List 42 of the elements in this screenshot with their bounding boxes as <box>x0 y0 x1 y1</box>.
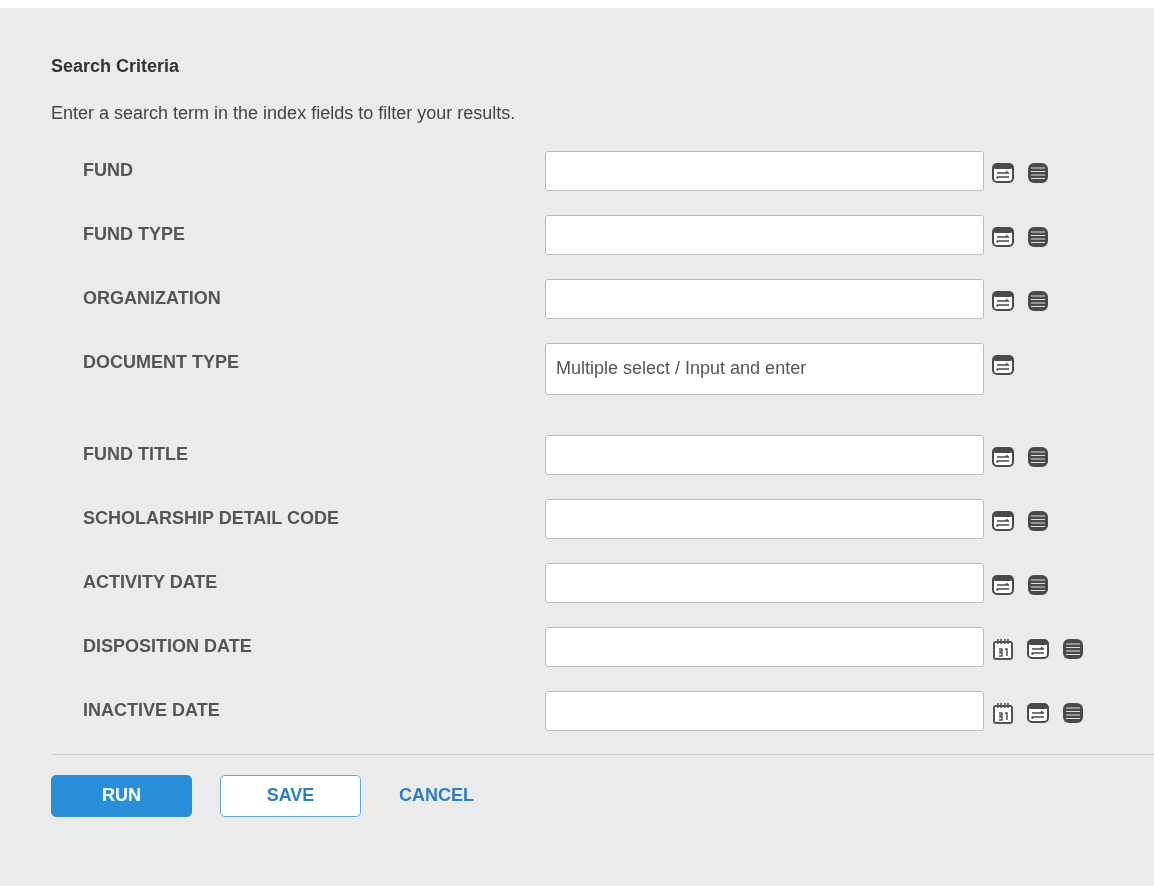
field-label: FUND <box>82 158 134 182</box>
input-field[interactable] <box>545 214 984 255</box>
calendar-icon[interactable] <box>991 636 1015 661</box>
list-icon[interactable] <box>1026 160 1050 185</box>
field-label: INACTIVE DATE <box>82 698 221 722</box>
filter-options-icon[interactable] <box>1026 700 1050 725</box>
save-button[interactable]: SAVE <box>220 774 361 817</box>
input-field[interactable] <box>545 626 984 667</box>
multi-select-field[interactable]: Multiple select / Input and enter <box>545 342 984 395</box>
list-icon[interactable] <box>1061 700 1085 725</box>
input-field[interactable] <box>545 434 984 475</box>
field-label: DOCUMENT TYPE <box>82 350 240 374</box>
cancel-link[interactable]: CANCEL <box>389 774 484 817</box>
input-field[interactable] <box>545 690 984 731</box>
field-label: ORGANIZATION <box>82 286 222 310</box>
input-field[interactable] <box>545 562 984 603</box>
filter-options-icon[interactable] <box>991 508 1015 533</box>
calendar-icon[interactable] <box>991 700 1015 725</box>
filter-options-icon[interactable] <box>991 288 1015 313</box>
run-button[interactable]: RUN <box>51 774 192 817</box>
field-label: DISPOSITION DATE <box>82 634 253 658</box>
section-title: Search Criteria <box>51 56 181 78</box>
instruction-text: Enter a search term in the index fields to filter your results. <box>51 101 517 125</box>
filter-options-icon[interactable] <box>991 160 1015 185</box>
filter-options-icon[interactable] <box>991 444 1015 469</box>
input-field[interactable] <box>545 278 984 319</box>
input-field[interactable] <box>545 498 984 539</box>
filter-options-icon[interactable] <box>1026 636 1050 661</box>
field-label: FUND TYPE <box>82 222 186 246</box>
list-icon[interactable] <box>1061 636 1085 661</box>
field-label: ACTIVITY DATE <box>82 570 219 594</box>
list-icon[interactable] <box>1026 444 1050 469</box>
field-label: FUND TITLE <box>82 442 189 466</box>
filter-options-icon[interactable] <box>991 352 1015 377</box>
list-icon[interactable] <box>1026 288 1050 313</box>
field-label: SCHOLARSHIP DETAIL CODE <box>82 506 341 530</box>
filter-options-icon[interactable] <box>991 572 1015 597</box>
filter-options-icon[interactable] <box>991 224 1015 249</box>
list-icon[interactable] <box>1026 224 1050 249</box>
list-icon[interactable] <box>1026 572 1050 597</box>
input-field[interactable] <box>545 150 984 191</box>
list-icon[interactable] <box>1026 508 1050 533</box>
